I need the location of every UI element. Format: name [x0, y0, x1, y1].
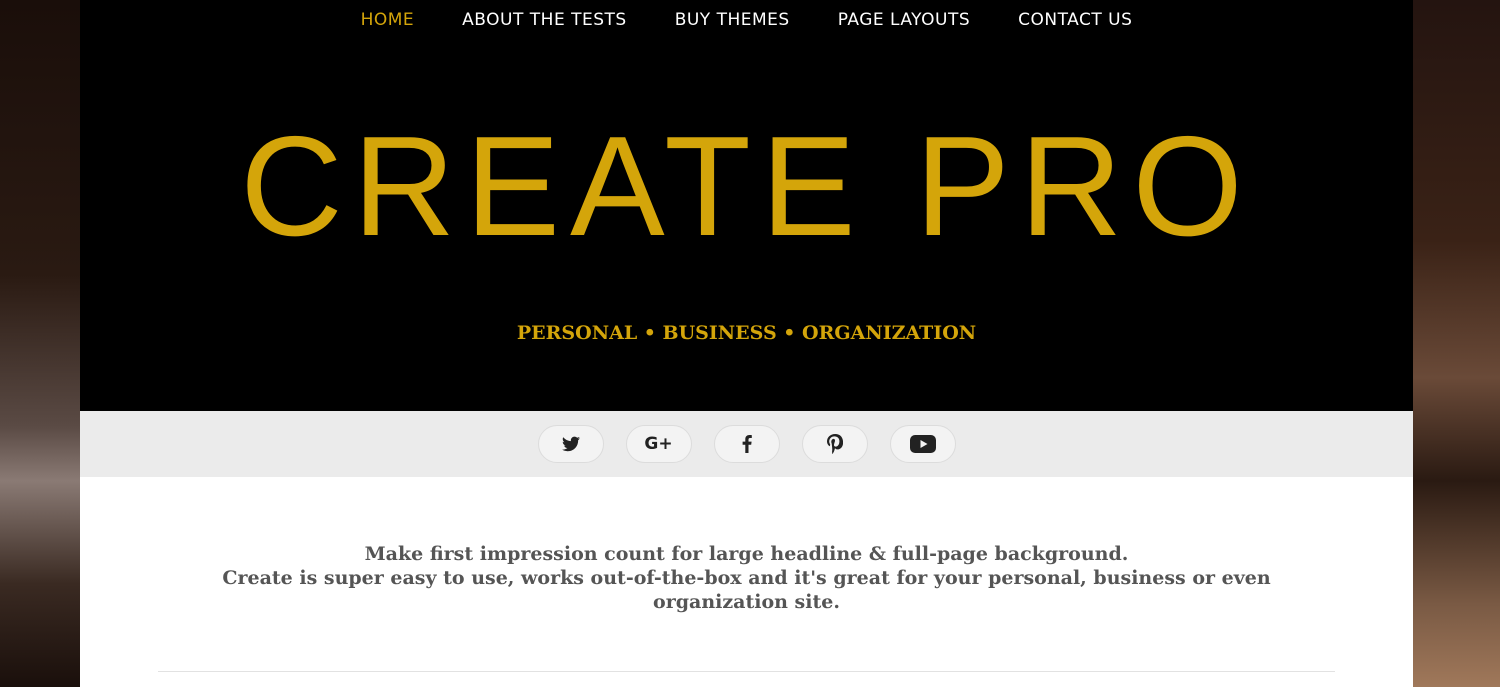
- page-container: HOME ABOUT THE TESTS BUY THEMES PAGE LAY…: [80, 0, 1413, 687]
- intro-line-3: organization site.: [653, 591, 840, 613]
- facebook-button[interactable]: [713, 425, 780, 463]
- twitter-button[interactable]: [537, 425, 604, 463]
- site-tagline: PERSONAL • BUSINESS • ORGANIZATION: [516, 322, 977, 344]
- google-plus-icon: G+: [644, 434, 673, 454]
- nav-item-buy-themes[interactable]: BUY THEMES: [651, 8, 814, 32]
- youtube-icon: [909, 435, 936, 453]
- main-nav: HOME ABOUT THE TESTS BUY THEMES PAGE LAY…: [80, 8, 1413, 32]
- divider: [158, 671, 1335, 672]
- background-right: [1413, 0, 1500, 687]
- site-header: HOME ABOUT THE TESTS BUY THEMES PAGE LAY…: [80, 0, 1413, 411]
- site-title[interactable]: CREATE PRO: [80, 112, 1413, 262]
- social-bar: G+: [80, 411, 1413, 477]
- facebook-icon: [742, 435, 752, 453]
- pinterest-icon: [826, 434, 843, 454]
- intro-line-2: Create is super easy to use, works out-o…: [222, 567, 1271, 589]
- nav-item-home[interactable]: HOME: [337, 8, 439, 32]
- pinterest-button[interactable]: [801, 425, 868, 463]
- intro-line-1: Make first impression count for large he…: [364, 543, 1129, 565]
- nav-item-about-the-tests[interactable]: ABOUT THE TESTS: [438, 8, 651, 32]
- background-left: [0, 0, 80, 687]
- google-plus-button[interactable]: G+: [625, 425, 692, 463]
- nav-item-page-layouts[interactable]: PAGE LAYOUTS: [814, 8, 994, 32]
- nav-item-contact-us[interactable]: CONTACT US: [994, 8, 1156, 32]
- intro-text: Make first impression count for large he…: [80, 542, 1413, 614]
- twitter-icon: [561, 436, 580, 452]
- youtube-button[interactable]: [889, 425, 956, 463]
